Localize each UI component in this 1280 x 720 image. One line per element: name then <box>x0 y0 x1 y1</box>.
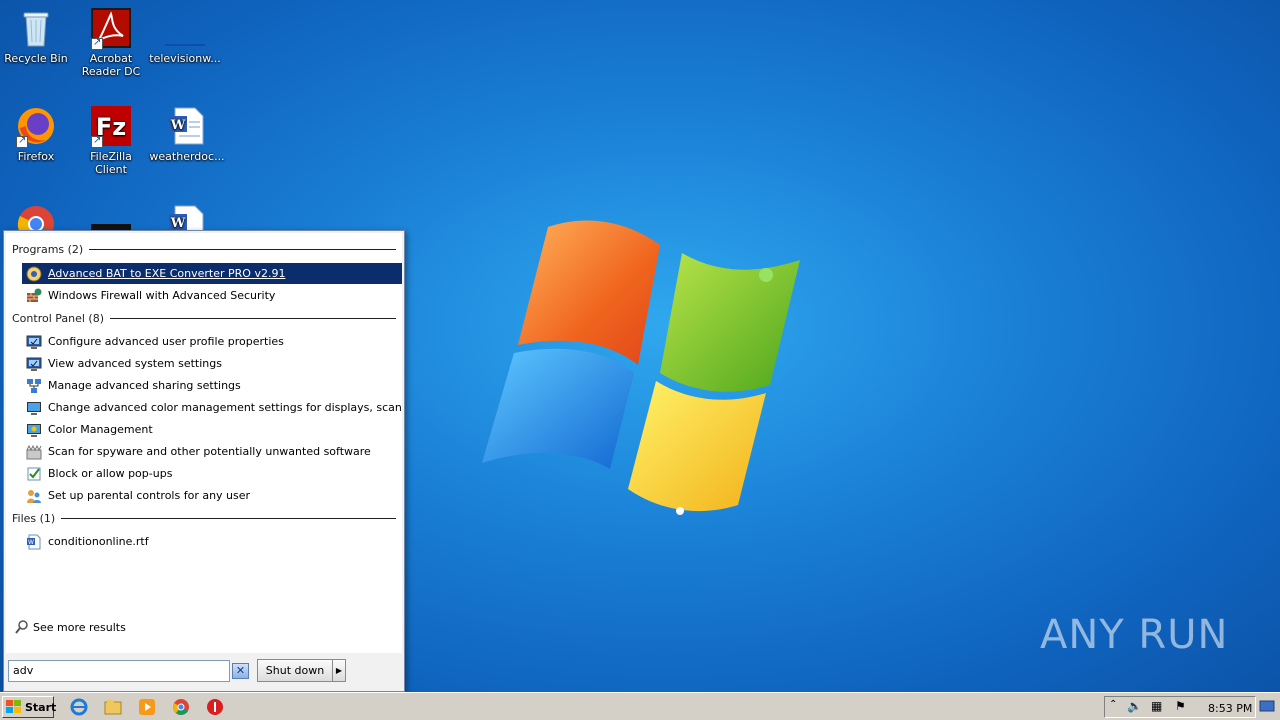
desktop-icon-label: televisionw... <box>149 52 221 65</box>
word-doc-icon: W <box>167 106 207 146</box>
defender-icon <box>26 444 42 460</box>
result-color-management[interactable]: Color Management <box>22 419 402 440</box>
group-header-control-panel: Control Panel (8) <box>12 310 396 326</box>
desktop-icon-weatherdoc[interactable]: W weatherdoc... <box>149 106 225 163</box>
shortcut-arrow-icon <box>16 134 28 148</box>
search-results-pane: Programs (2) Advanced BAT to EXE Convert… <box>6 233 402 653</box>
parental-controls-icon <box>26 488 42 504</box>
bat-converter-icon <box>26 266 42 282</box>
group-header-programs: Programs (2) <box>12 241 396 257</box>
chrome-icon[interactable] <box>172 698 190 716</box>
desktop-icon-acrobat[interactable]: Acrobat Reader DC <box>73 8 149 78</box>
windows-logo <box>482 220 800 515</box>
internet-explorer-icon[interactable] <box>70 698 88 716</box>
desktop-icon-label: Recycle Bin <box>4 52 68 65</box>
result-view-advanced-system-settings[interactable]: View advanced system settings <box>22 353 402 374</box>
clear-search-button[interactable]: ✕ <box>232 663 249 679</box>
taskbar-clock[interactable]: 8:53 PM <box>1208 702 1252 715</box>
result-conditiononline-rtf[interactable]: W conditiononline.rtf <box>22 531 402 552</box>
recycle-bin-icon <box>16 8 56 48</box>
result-parental-controls[interactable]: Set up parental controls for any user <box>22 485 402 506</box>
windows-flag-icon <box>6 700 22 714</box>
result-windows-firewall[interactable]: Windows Firewall with Advanced Security <box>22 285 402 306</box>
svg-text:W: W <box>170 118 186 133</box>
file-explorer-icon[interactable] <box>104 698 122 716</box>
chevron-right-icon: ▶ <box>335 666 343 675</box>
result-manage-sharing-settings[interactable]: Manage advanced sharing settings <box>22 375 402 396</box>
show-desktop-button[interactable] <box>1258 697 1276 715</box>
desktop-icon-label: Firefox <box>17 150 55 163</box>
desktop-icon-filezilla[interactable]: Fz FileZilla Client <box>73 106 149 176</box>
rtf-file-icon: W <box>26 534 42 550</box>
system-icon <box>26 356 42 372</box>
desktop-icon-recycle-bin[interactable]: Recycle Bin <box>0 8 74 65</box>
search-icon <box>14 619 30 635</box>
close-icon: ✕ <box>235 664 246 677</box>
acrobat-icon <box>91 8 131 50</box>
start-menu: Programs (2) Advanced BAT to EXE Convert… <box>3 230 405 692</box>
result-bat-to-exe-converter[interactable]: Advanced BAT to EXE Converter PRO v2.91 <box>22 263 402 284</box>
system-icon <box>26 334 42 350</box>
show-hidden-icons-icon[interactable]: ⌃ <box>1109 699 1117 710</box>
media-player-icon[interactable] <box>138 698 156 716</box>
shut-down-button[interactable]: Shut down <box>257 659 333 682</box>
svg-text:W: W <box>170 216 186 231</box>
taskbar: Start ⌃ 🔈 ▦ ⚑ 8:53 PM <box>0 692 1280 720</box>
desktop-icon-television-file[interactable]: televisionw... <box>147 8 223 65</box>
internet-options-icon <box>26 466 42 482</box>
color-management-icon <box>26 400 42 416</box>
filezilla-icon: Fz <box>91 106 131 148</box>
desktop-icon-label: FileZilla Client <box>90 150 132 176</box>
blank-file-icon <box>165 8 205 48</box>
group-header-files: Files (1) <box>12 510 396 526</box>
result-change-color-management[interactable]: Change advanced color management setting… <box>22 397 402 418</box>
desktop-icon-firefox[interactable]: Firefox <box>0 106 74 163</box>
color-management-icon <box>26 422 42 438</box>
svg-text:W: W <box>28 539 34 546</box>
network-icon <box>26 378 42 394</box>
desktop-icon-label: weatherdoc... <box>149 150 225 163</box>
firewall-icon <box>26 288 42 304</box>
result-scan-for-spyware[interactable]: Scan for spyware and other potentially u… <box>22 441 402 462</box>
start-search-input[interactable]: adv <box>8 660 230 682</box>
volume-icon[interactable]: 🔈 <box>1127 699 1142 713</box>
network-status-icon[interactable]: ▦ <box>1151 699 1162 713</box>
result-configure-user-profile[interactable]: Configure advanced user profile properti… <box>22 331 402 352</box>
shortcut-arrow-icon <box>91 134 103 148</box>
action-center-flag-icon[interactable]: ⚑ <box>1175 699 1186 713</box>
stop-app-icon[interactable] <box>206 698 224 716</box>
firefox-icon <box>16 106 56 148</box>
desktop-icon-label: Acrobat Reader DC <box>81 52 141 78</box>
shut-down-options-button[interactable]: ▶ <box>332 659 346 682</box>
shortcut-arrow-icon <box>91 36 103 50</box>
result-block-popups[interactable]: Block or allow pop-ups <box>22 463 402 484</box>
anyrun-watermark: ANY RUN <box>1040 612 1229 658</box>
see-more-results-link[interactable]: See more results <box>14 619 126 635</box>
start-button[interactable]: Start <box>2 696 56 718</box>
